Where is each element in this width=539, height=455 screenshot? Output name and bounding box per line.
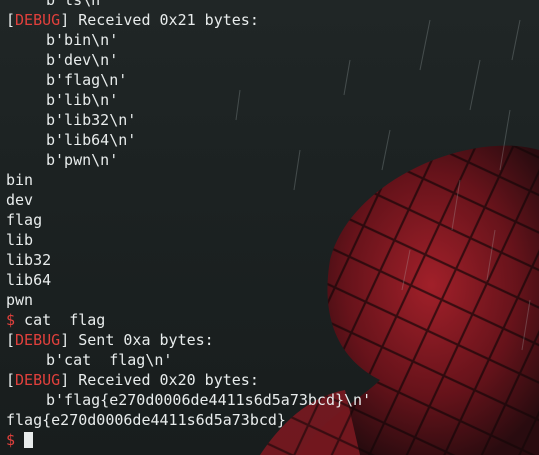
output-text: lib	[6, 231, 34, 249]
terminal-line: flag	[6, 210, 539, 230]
terminal-line: $ cat flag	[6, 310, 539, 330]
output-text: b'ls\n'	[46, 0, 110, 9]
terminal-line: b'bin\n'	[6, 30, 539, 50]
command-prompt-line[interactable]: $	[6, 430, 539, 450]
terminal-line: b'lib64\n'	[6, 130, 539, 150]
terminal-line: lib32	[6, 250, 539, 270]
terminal-line: b'flag{e270d0006de4411s6d5a73bcd}\n'	[6, 390, 539, 410]
bracket-close: ]	[60, 371, 70, 389]
output-text: lib32	[6, 251, 52, 269]
prompt-symbol: $	[6, 311, 16, 329]
bracket-open: [	[6, 371, 16, 389]
terminal-line: [DEBUG] Sent 0xa bytes:	[6, 330, 539, 350]
output-text: b'flag{e270d0006de4411s6d5a73bcd}\n'	[46, 391, 372, 409]
terminal-line: pwn	[6, 290, 539, 310]
terminal-line: lib	[6, 230, 539, 250]
bracket-open: [	[6, 331, 16, 349]
output-text: lib64	[6, 271, 52, 289]
output-text: b'cat flag\n'	[46, 351, 173, 369]
output-text: b'flag\n'	[46, 71, 128, 89]
terminal-line: b'lib32\n'	[6, 110, 539, 130]
output-text: b'lib\n'	[46, 91, 119, 109]
debug-message: Received 0x20 bytes:	[69, 371, 259, 389]
text-cursor	[24, 432, 34, 448]
output-text: b'lib32\n'	[46, 111, 137, 129]
bracket-open: [	[6, 11, 16, 29]
command-text: cat flag	[15, 311, 106, 329]
debug-message: Sent 0xa bytes:	[69, 331, 214, 349]
terminal-line: flag{e270d0006de4411s6d5a73bcd}	[6, 410, 539, 430]
output-text: b'bin\n'	[46, 31, 119, 49]
output-text: flag	[6, 211, 43, 229]
output-text: b'dev\n'	[46, 51, 119, 69]
output-text: flag{e270d0006de4411s6d5a73bcd}	[6, 411, 286, 429]
bracket-close: ]	[60, 331, 70, 349]
terminal-line: bin	[6, 170, 539, 190]
terminal-line: b'lib\n'	[6, 90, 539, 110]
output-text: b'lib64\n'	[46, 131, 137, 149]
terminal-line: b'ls\n'	[6, 0, 539, 10]
terminal-line: b'flag\n'	[6, 70, 539, 90]
terminal-line: [DEBUG] Received 0x20 bytes:	[6, 370, 539, 390]
prompt-symbol: $	[6, 431, 16, 449]
terminal-line: lib64	[6, 270, 539, 290]
debug-tag: DEBUG	[15, 371, 61, 389]
terminal-line: b'pwn\n'	[6, 150, 539, 170]
terminal-output[interactable]: b'ls\n' [DEBUG] Received 0x21 bytes: b'bin…	[6, 0, 539, 450]
output-text: b'pwn\n'	[46, 151, 119, 169]
debug-tag: DEBUG	[15, 11, 61, 29]
output-text: bin	[6, 171, 34, 189]
terminal-line: dev	[6, 190, 539, 210]
terminal-window[interactable]: b'ls\n' [DEBUG] Received 0x21 bytes: b'bin…	[0, 0, 539, 455]
output-text: pwn	[6, 291, 34, 309]
terminal-line: b'cat flag\n'	[6, 350, 539, 370]
terminal-line: [DEBUG] Received 0x21 bytes:	[6, 10, 539, 30]
output-text: dev	[6, 191, 34, 209]
bracket-close: ]	[60, 11, 70, 29]
terminal-line: b'dev\n'	[6, 50, 539, 70]
debug-message: Received 0x21 bytes:	[69, 11, 259, 29]
debug-tag: DEBUG	[15, 331, 61, 349]
